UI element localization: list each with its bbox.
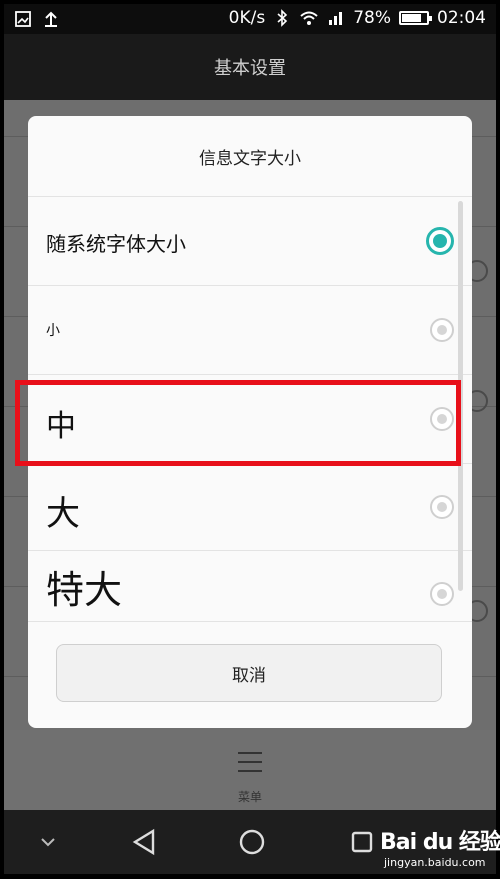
battery-icon	[399, 11, 432, 25]
phone-frame: 0K/s 78% 02:04 基本设置 菜单 信息文字大小 随系统字体大小 小 …	[0, 0, 500, 879]
cancel-button[interactable]: 取消	[56, 644, 442, 702]
radio-icon[interactable]	[430, 318, 454, 342]
page-title-bar: 基本设置	[4, 34, 496, 100]
radio-icon[interactable]	[430, 495, 454, 519]
watermark-url: jingyan.baidu.com	[384, 856, 486, 869]
option-system-size[interactable]: 随系统字体大小	[28, 197, 472, 285]
home-circle-icon	[239, 829, 265, 855]
menu-label: 菜单	[237, 790, 262, 804]
nav-back-button[interactable]	[124, 810, 164, 874]
signal-icon	[329, 12, 343, 25]
option-label: 大	[46, 494, 80, 534]
option-small[interactable]: 小	[28, 286, 472, 374]
bottom-menu[interactable]: 菜单	[4, 730, 496, 810]
baidu-jingyan-watermark: Bai du 经验 jingyan.baidu.com	[380, 822, 500, 872]
menu-icon[interactable]	[238, 752, 262, 779]
option-label: 特大	[46, 568, 123, 612]
chevron-down-icon	[41, 838, 55, 847]
page-title: 基本设置	[214, 58, 286, 79]
wifi-icon	[300, 11, 318, 25]
network-speed: 0K/s	[228, 8, 266, 28]
nav-collapse-button[interactable]	[28, 810, 68, 874]
watermark-brand: Bai du 经验	[380, 830, 500, 855]
battery-percent: 78%	[353, 8, 391, 28]
radio-selected-icon[interactable]	[426, 227, 454, 255]
option-large[interactable]: 大	[28, 464, 472, 550]
nav-recents-button[interactable]	[342, 810, 382, 874]
highlight-annotation-box	[15, 380, 461, 466]
back-triangle-icon	[132, 828, 155, 856]
radio-icon[interactable]	[430, 582, 454, 606]
gallery-icon	[15, 11, 31, 27]
option-label: 小	[46, 323, 60, 339]
nav-home-button[interactable]	[230, 810, 274, 874]
upload-icon	[45, 11, 57, 27]
status-bar: 0K/s 78% 02:04	[4, 4, 496, 34]
option-extra-large[interactable]: 特大	[28, 551, 472, 621]
clock: 02:04	[437, 8, 486, 28]
dialog-title: 信息文字大小	[199, 148, 301, 169]
recents-square-icon	[351, 831, 373, 853]
bluetooth-icon	[277, 9, 288, 27]
option-label: 随系统字体大小	[46, 232, 186, 256]
